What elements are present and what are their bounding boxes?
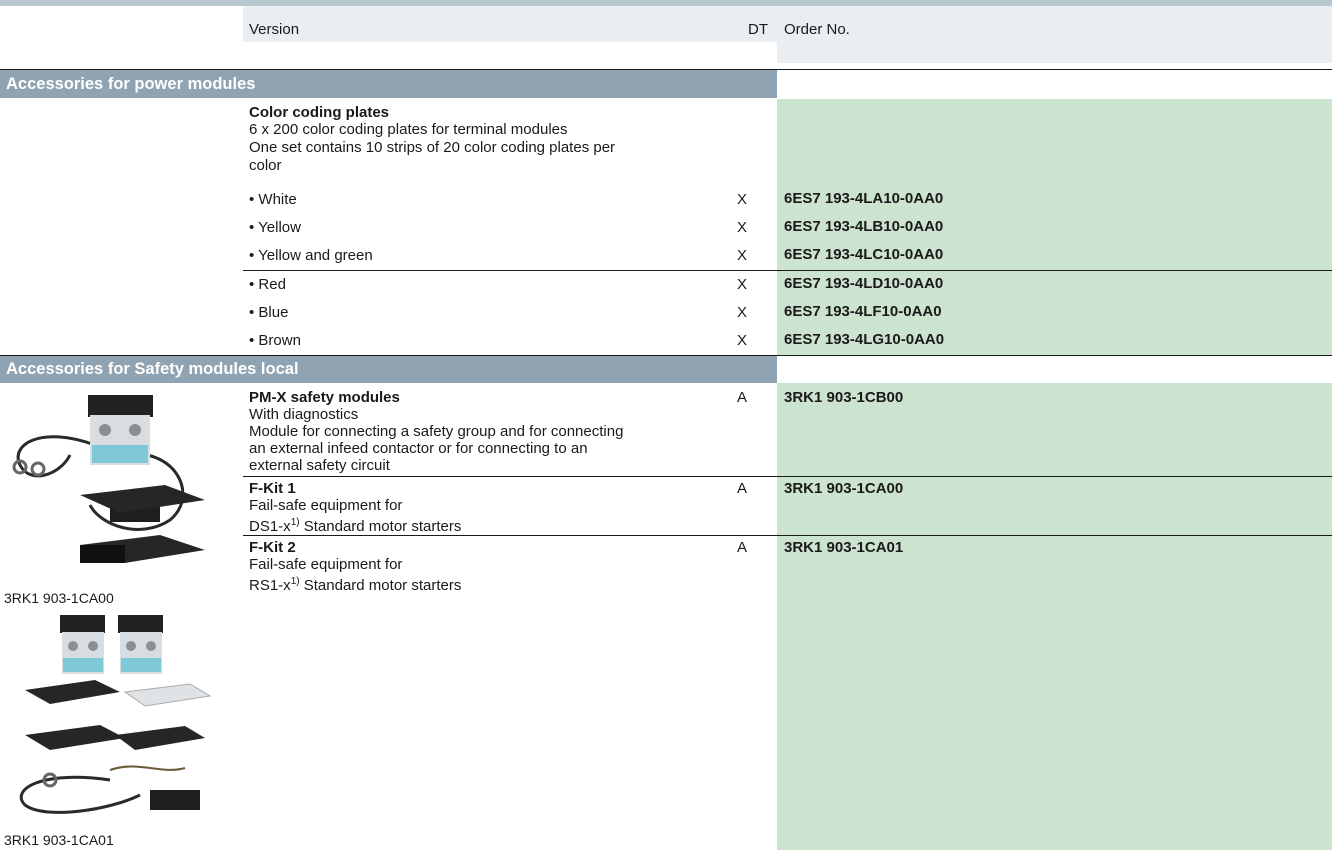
list-item-label: • Yellow and green	[249, 247, 373, 264]
group-title: Color coding plates	[249, 104, 390, 121]
product-image-fkit2	[0, 610, 215, 828]
group-desc: color	[249, 157, 282, 174]
product-dt: A	[736, 539, 747, 556]
product-desc: DS1-x1) Standard motor starters	[249, 514, 461, 535]
product-desc: RS1-x1) Standard motor starters	[249, 573, 461, 594]
list-item-order-no: 6ES7 193-4LF10-0AA0	[784, 303, 942, 320]
product-title: PM-X safety modules	[249, 389, 400, 406]
header-version: Version	[249, 21, 300, 38]
list-item-dt: X	[736, 191, 747, 208]
list-item-dt: X	[736, 304, 747, 321]
list-item-order-no: 6ES7 193-4LA10-0AA0	[784, 190, 944, 207]
list-item-order-no: 6ES7 193-4LB10-0AA0	[784, 218, 944, 235]
image-caption: 3RK1 903-1CA00	[4, 590, 114, 606]
list-item-dt: X	[736, 332, 747, 349]
list-item-order-no: 6ES7 193-4LC10-0AA0	[784, 246, 944, 263]
product-desc: Module for connecting a safety group and…	[249, 423, 624, 440]
order-header-bg	[777, 42, 1332, 63]
list-item-label: • Red	[249, 276, 286, 293]
product-desc: Fail-safe equipment for	[249, 556, 403, 573]
list-item-order-no: 6ES7 193-4LG10-0AA0	[784, 331, 945, 348]
footnote-ref: 1)	[290, 517, 300, 528]
list-item-label: • Yellow	[249, 219, 301, 236]
product-dt: A	[736, 480, 747, 497]
group-desc: One set contains 10 strips of 20 color c…	[249, 139, 616, 156]
list-item-label: • White	[249, 191, 297, 208]
row-divider	[243, 476, 1332, 477]
list-item-dt: X	[736, 219, 747, 236]
header-spacer	[243, 42, 777, 63]
product-order-no: 3RK1 903-1CA00	[784, 480, 904, 497]
product-order-no: 3RK1 903-1CB00	[784, 389, 904, 406]
motor-starter-type: DS1-x	[249, 518, 291, 535]
product-dt: A	[736, 389, 747, 406]
list-item-label: • Brown	[249, 332, 301, 349]
section-title-safety-modules: Accessories for Safety modules local	[0, 356, 777, 383]
product-title: F-Kit 1	[249, 480, 296, 497]
image-caption: 3RK1 903-1CA01	[4, 832, 114, 848]
row-divider	[243, 270, 1332, 271]
section-title-power-modules: Accessories for power modules	[0, 70, 777, 98]
product-desc: an external infeed contactor or for conn…	[249, 440, 588, 457]
header-dt: DT	[748, 21, 768, 38]
group-desc: 6 x 200 color coding plates for terminal…	[249, 121, 568, 138]
header-order-no: Order No.	[784, 21, 850, 38]
product-order-no: 3RK1 903-1CA01	[784, 539, 904, 556]
product-desc: Fail-safe equipment for	[249, 497, 403, 514]
motor-starter-type: RS1-x	[249, 577, 291, 594]
list-item-label: • Blue	[249, 304, 289, 321]
list-item-dt: X	[736, 247, 747, 264]
row-divider	[243, 535, 1332, 536]
product-title: F-Kit 2	[249, 539, 296, 556]
list-item-order-no: 6ES7 193-4LD10-0AA0	[784, 275, 944, 292]
order-column-bg	[777, 383, 1332, 850]
product-desc: With diagnostics	[249, 406, 359, 423]
product-desc-suffix: Standard motor starters	[299, 518, 462, 535]
list-item-dt: X	[736, 276, 747, 293]
product-image-fkit1	[0, 385, 215, 585]
footnote-ref: 1)	[290, 576, 300, 587]
product-desc: external safety circuit	[249, 457, 390, 474]
product-desc-suffix: Standard motor starters	[299, 577, 462, 594]
